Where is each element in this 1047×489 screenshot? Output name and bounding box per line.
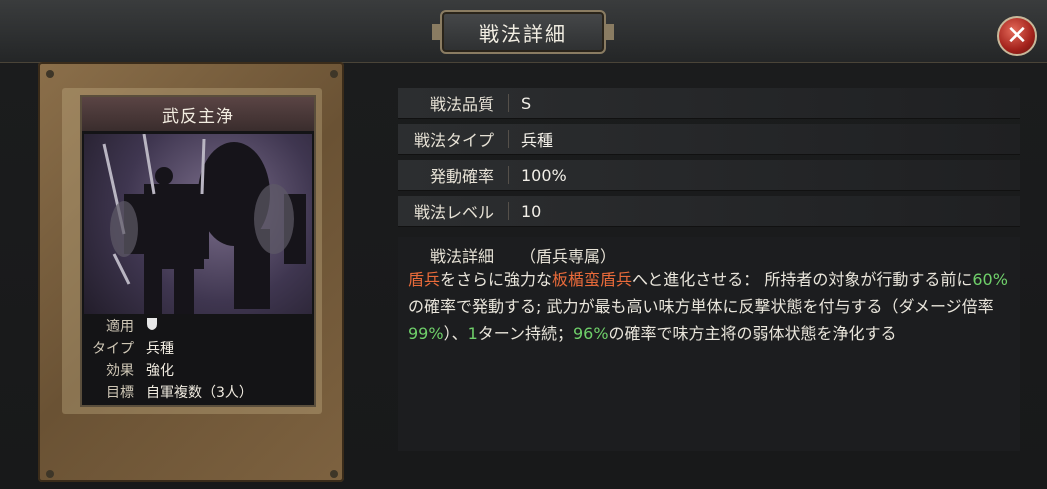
detail-row-rate: 発動確率 100% — [398, 160, 1020, 191]
description-segment: 60% — [972, 270, 1008, 289]
close-icon: ✕ — [1006, 21, 1028, 51]
detail-value: S — [521, 93, 532, 113]
detail-value: 兵種 — [521, 131, 554, 150]
description-header: 戦法詳細 （盾兵専属） — [398, 244, 1020, 266]
card-title: 武反主浄 — [82, 97, 314, 131]
description-segment: ターン持続； — [477, 324, 573, 343]
card-info-row-effect: 効果 強化 — [84, 360, 312, 380]
description-segment: をさらに強力な — [440, 270, 553, 289]
detail-label: 戦法タイプ — [413, 131, 494, 150]
description-label: 戦法詳細 — [429, 247, 494, 266]
detail-label: 戦法レベル — [413, 203, 494, 222]
detail-row-quality: 戦法品質 S — [398, 88, 1020, 119]
description-segment: 96% — [572, 324, 609, 343]
description-segment: 板楯蛮盾兵 — [552, 270, 633, 289]
card-info-row-target: 目標 自軍複数（3人） — [84, 382, 312, 402]
page-title: 戦法詳細 — [432, 10, 614, 54]
info-label: 効果 — [106, 363, 134, 379]
description-text: 盾兵をさらに強力な板楯蛮盾兵へと進化させる： 所持者の対象が行動する前に60% の… — [408, 266, 1020, 347]
detail-value: 10 — [521, 201, 542, 221]
info-value: 自軍複数（3人） — [146, 385, 253, 401]
shield-icon — [140, 317, 158, 335]
description-segment: 盾兵 — [408, 270, 441, 289]
info-label: 目標 — [106, 385, 134, 401]
soldiers-silhouette-image — [102, 134, 306, 314]
card-info-row-type: タイプ 兵種 — [84, 338, 312, 358]
card-info-row-apply: 適用 — [84, 316, 312, 336]
detail-row-level: 戦法レベル 10 — [398, 196, 1020, 227]
info-value: 強化 — [146, 363, 174, 379]
nail-decoration — [330, 470, 338, 478]
description-segment: の確率で味方主将の弱体状態を浄化する — [608, 324, 897, 343]
detail-label: 発動確率 — [429, 167, 494, 186]
description-segment: ）、 — [443, 324, 468, 343]
detail-row-type: 戦法タイプ 兵種 — [398, 124, 1020, 155]
description-segment: へと進化させる： 所持者の対象が行動する前に — [632, 270, 973, 289]
detail-label: 戦法品質 — [429, 95, 494, 114]
nail-decoration — [330, 70, 338, 78]
close-button[interactable]: ✕ — [997, 16, 1037, 56]
info-value: 兵種 — [146, 341, 174, 357]
description-subtitle: （盾兵専属） — [520, 247, 617, 266]
nail-decoration — [46, 470, 54, 478]
description-segment: の確率で発動する; 武力が最も高い味方単体に反撃状態を付与する（ダメージ倍率 — [408, 297, 994, 316]
description-segment: 1 — [467, 324, 478, 343]
info-label: 適用 — [106, 319, 134, 335]
info-label: タイプ — [92, 341, 134, 357]
detail-value: 100% — [521, 165, 567, 185]
nail-decoration — [46, 70, 54, 78]
card-artwork — [84, 134, 312, 314]
card-info-list: 適用 タイプ 兵種 効果 強化 目標 自軍複数（3人） — [84, 316, 312, 404]
description-segment: 99% — [408, 324, 444, 343]
